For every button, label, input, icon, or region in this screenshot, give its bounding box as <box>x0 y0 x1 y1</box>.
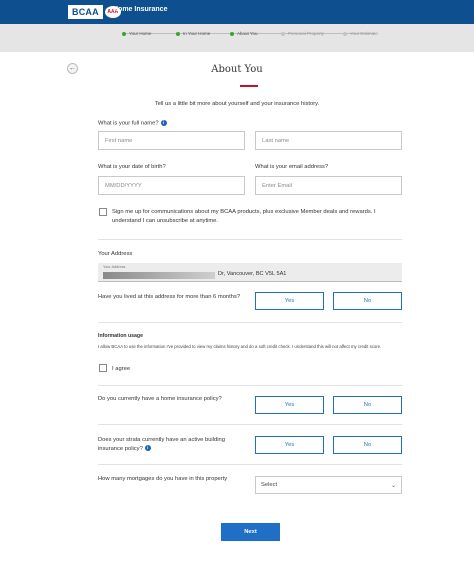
step-pending-icon <box>281 31 285 36</box>
full-name-label: What is your full name? i <box>98 120 167 127</box>
step-your-estimate: Your Estimate <box>343 29 378 38</box>
redacted-street <box>103 272 215 279</box>
intro-text: Tell us a little bit more about yourself… <box>154 101 320 107</box>
agree-label: I agree <box>112 366 131 372</box>
logo-text: BCAA <box>68 5 103 19</box>
step-your-home[interactable]: Your Home <box>122 29 151 38</box>
dob-label: What is your date of birth? <box>98 164 166 170</box>
step-complete-icon <box>176 31 180 36</box>
chevron-down-icon: ⌄ <box>390 482 396 489</box>
address-field-label: Your Address <box>103 265 126 269</box>
address-field[interactable]: Your Address Dr, Vancouver, BC V5L 5A1 <box>98 263 402 282</box>
strata-question: Does your strata currently have an activ… <box>98 436 250 453</box>
progress-stepper: Your Home In Your Home About You Persona… <box>0 24 474 52</box>
divider <box>98 239 402 240</box>
first-name-input[interactable]: First name <box>98 131 245 150</box>
info-usage-text: I allow BCAA to use the information I've… <box>98 344 382 349</box>
step-label: About You <box>237 31 258 36</box>
dob-input[interactable]: MM/DD/YYYY <box>98 176 245 195</box>
full-name-label-text: What is your full name? <box>98 120 159 127</box>
marketing-consent-checkbox[interactable] <box>99 208 107 216</box>
lived-no-button[interactable]: No <box>333 292 402 310</box>
home-policy-no-button[interactable]: No <box>333 396 402 414</box>
step-complete-icon <box>122 31 126 36</box>
next-button[interactable]: Next <box>221 523 280 541</box>
divider <box>98 424 402 425</box>
step-in-your-home[interactable]: In Your Home <box>176 29 210 38</box>
address-heading: Your Address <box>98 251 133 257</box>
info-usage-heading: Information usage <box>98 333 143 339</box>
strata-question-text: Does your strata currently have an activ… <box>98 437 225 452</box>
step-label: Your Estimate <box>350 31 378 36</box>
home-policy-yes-button[interactable]: Yes <box>255 396 324 414</box>
mortgage-select[interactable]: Select ⌄ <box>255 476 402 494</box>
lived-question: Have you lived at this address for more … <box>98 294 241 300</box>
step-label: In Your Home <box>183 31 211 36</box>
lived-yes-button[interactable]: Yes <box>255 292 324 310</box>
strata-yes-button[interactable]: Yes <box>255 436 324 454</box>
title-underline <box>240 85 258 87</box>
address-value: Dr, Vancouver, BC V5L 5A1 <box>218 271 287 277</box>
marketing-consent-text: Sign me up for communications about my B… <box>112 209 376 224</box>
email-label: What is your email address? <box>255 164 329 170</box>
agree-checkbox[interactable] <box>99 364 107 372</box>
last-name-input[interactable]: Last name <box>255 131 402 150</box>
app-title: Home Insurance <box>113 6 168 13</box>
divider <box>98 464 402 465</box>
info-icon[interactable]: i <box>144 444 151 451</box>
email-input[interactable]: Enter Email <box>255 176 402 195</box>
mortgage-select-value: Select <box>261 482 278 488</box>
info-icon[interactable]: i <box>160 120 167 126</box>
mortgage-question: How many mortgages do you have in this p… <box>98 476 228 482</box>
divider <box>98 322 402 323</box>
divider <box>98 385 402 386</box>
step-personal-property: Personal Property <box>281 29 324 38</box>
step-complete-icon <box>230 31 234 36</box>
page-title: About You <box>211 64 263 75</box>
step-label: Personal Property <box>288 31 325 36</box>
step-label: Your Home <box>129 31 152 36</box>
step-pending-icon <box>343 31 347 36</box>
home-policy-question: Do you currently have a home insurance p… <box>98 396 222 402</box>
step-about-you[interactable]: About You <box>230 29 258 38</box>
top-bar: BCAA AAA Home Insurance <box>0 0 474 24</box>
strata-no-button[interactable]: No <box>333 436 402 454</box>
